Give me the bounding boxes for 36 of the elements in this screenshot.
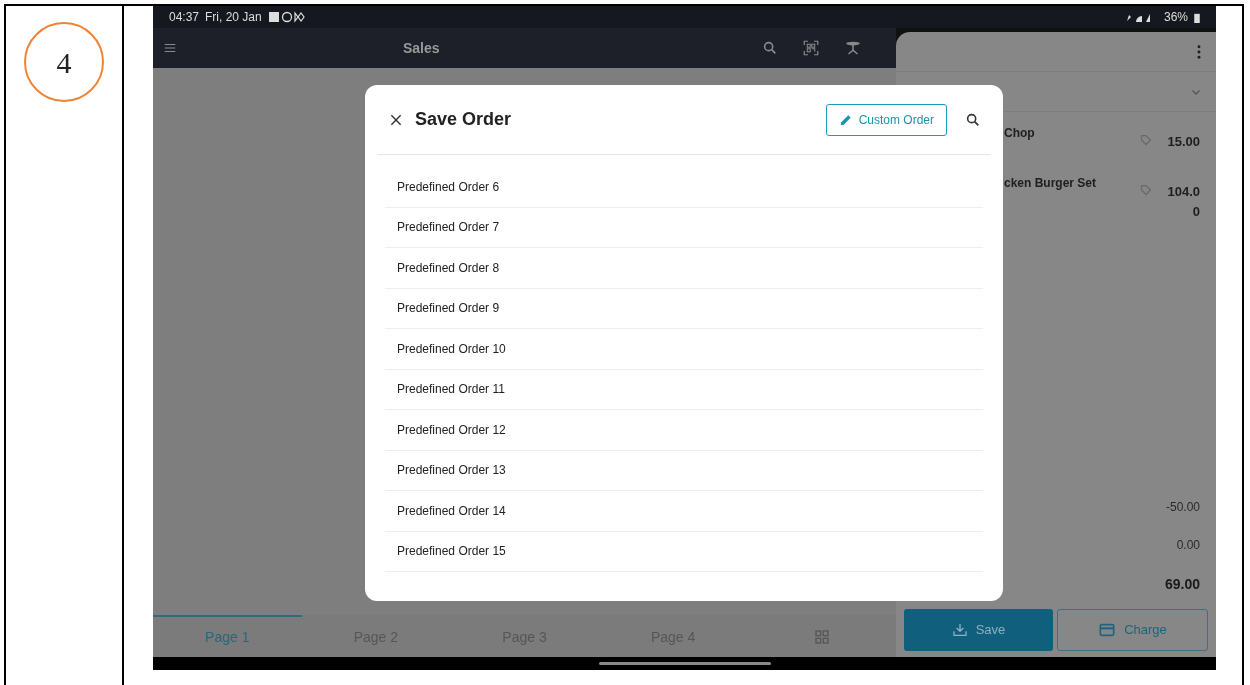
order-option[interactable]: Predefined Order 15: [385, 531, 983, 572]
battery-text: 36%: [1163, 9, 1188, 26]
close-icon[interactable]: [389, 112, 403, 127]
step-number: 4: [24, 22, 104, 102]
table-icon[interactable]: [844, 39, 862, 57]
clock-text: 04:37: [169, 9, 200, 26]
order-option[interactable]: Predefined Order 7: [385, 207, 983, 248]
pencil-icon: [838, 112, 853, 127]
item-price: 104.00: [1166, 183, 1200, 221]
order-option[interactable]: Predefined Order 8: [385, 248, 983, 289]
date-text: Fri, 20 Jan: [205, 9, 262, 26]
order-option[interactable]: Predefined Order 14: [385, 491, 983, 532]
summary-amount: -50.00: [1165, 499, 1200, 516]
item-name: Chop: [1004, 125, 1036, 142]
order-option[interactable]: Predefined Order 13: [385, 450, 983, 491]
item-name: cken Burger Set: [1004, 175, 1098, 192]
search-icon[interactable]: [965, 111, 981, 128]
custom-order-button[interactable]: Custom Order: [825, 103, 947, 136]
battery-icon: [1194, 11, 1200, 23]
app-title: Sales: [403, 38, 441, 58]
tag-icon: [1140, 134, 1152, 146]
item-price: 15.00: [1166, 133, 1200, 151]
summary-amount: 0.00: [1176, 537, 1200, 554]
total-amount: 69.00: [1164, 575, 1200, 594]
dialog-title: Save Order: [415, 108, 513, 131]
card-icon: [1098, 622, 1117, 638]
order-option[interactable]: Predefined Order 6: [385, 167, 983, 208]
order-option[interactable]: Predefined Order 9: [385, 288, 983, 329]
tag-icon: [1140, 184, 1152, 196]
order-option[interactable]: Predefined Order 11: [385, 369, 983, 410]
menu-icon[interactable]: [163, 41, 177, 55]
more-icon[interactable]: [1196, 43, 1202, 60]
order-option[interactable]: Predefined Order 10: [385, 329, 983, 370]
qr-scan-icon[interactable]: [802, 39, 820, 57]
download-icon: [951, 622, 968, 638]
order-option[interactable]: Predefined Order 12: [385, 410, 983, 451]
